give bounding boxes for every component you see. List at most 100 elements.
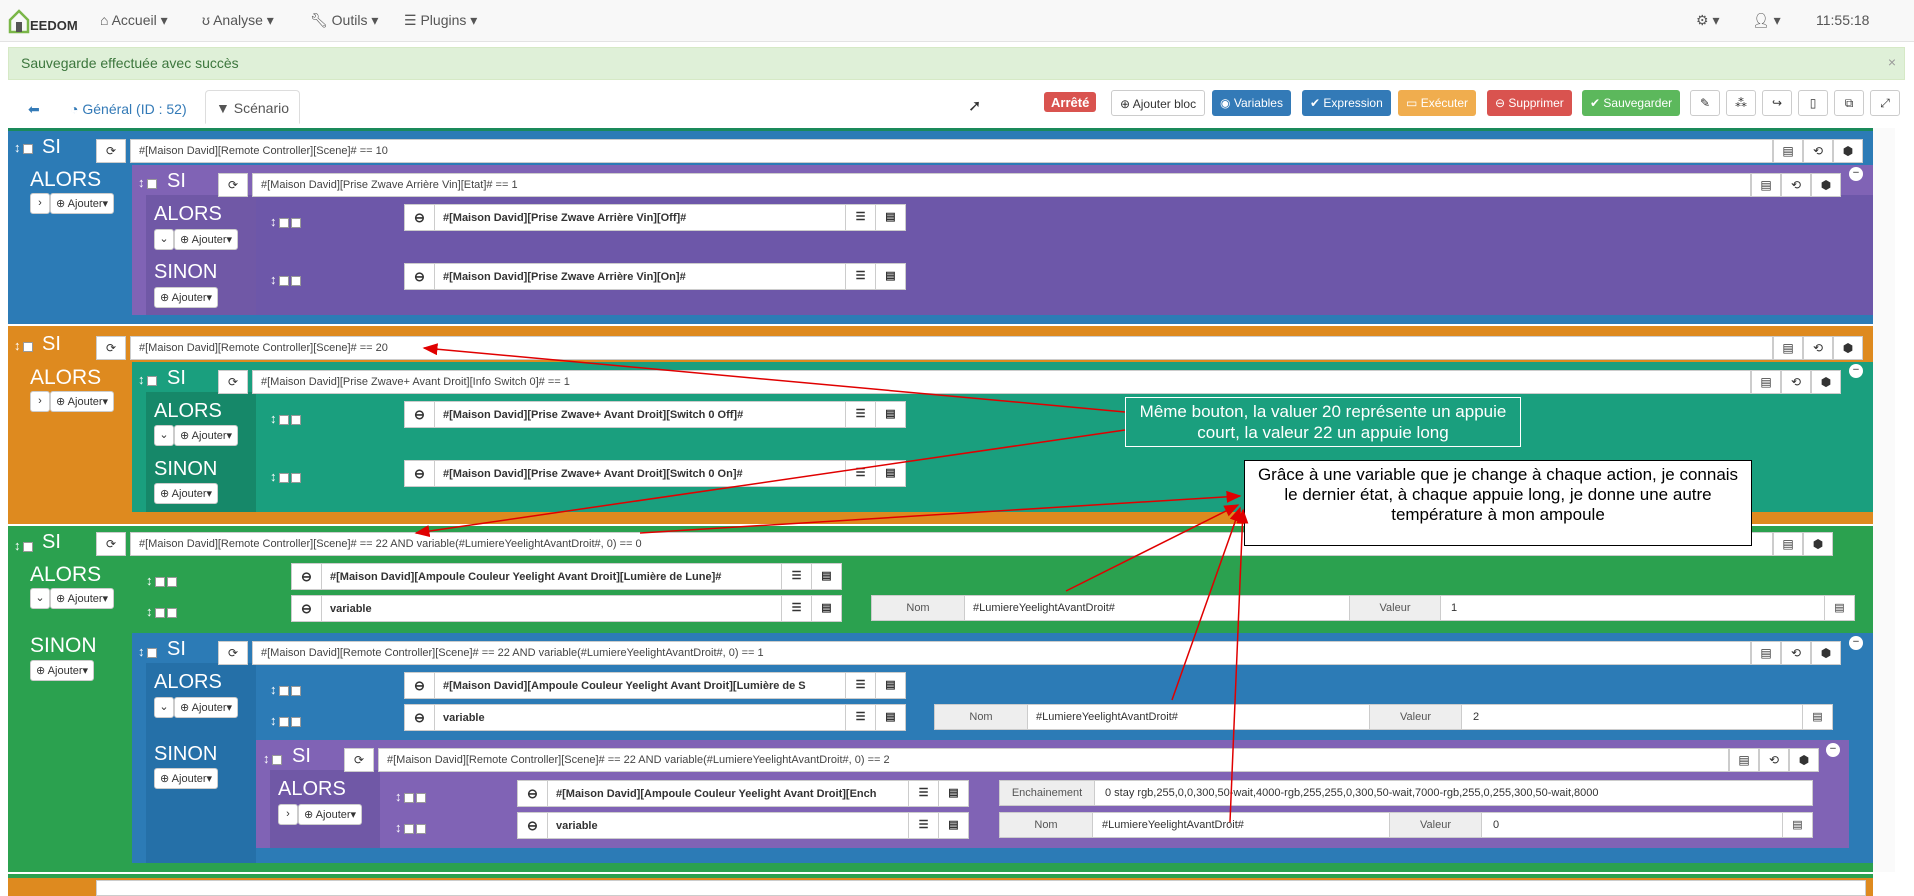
drag-handle-icon[interactable]: ↕ (395, 789, 426, 804)
history-icon[interactable]: ⟲ (1781, 370, 1811, 394)
checkbox[interactable] (278, 716, 289, 727)
list-alt-icon[interactable]: ▤ (811, 564, 841, 589)
drag-handle-icon[interactable]: ↕ (270, 469, 301, 484)
checkbox[interactable] (290, 472, 301, 483)
minus-circle-icon[interactable]: ⊖ (405, 673, 435, 698)
checkbox[interactable] (154, 576, 165, 587)
add-button[interactable]: ⊕ Ajouter▾ (30, 660, 95, 681)
checkbox[interactable] (403, 792, 414, 803)
tab-general[interactable]: ◔ Général (ID : 52) (60, 92, 197, 126)
list-icon[interactable]: ☰ (908, 781, 938, 806)
checkbox[interactable] (278, 472, 289, 483)
cube-icon[interactable]: ⬢ (1811, 370, 1841, 394)
add-button[interactable]: ⊕ Ajouter▾ (154, 483, 219, 504)
action-input[interactable]: ⊖ #[Maison David][Prise Zwave+ Avant Dro… (404, 460, 906, 487)
chevron-down-icon[interactable]: ⌄ (30, 588, 50, 609)
remove-block-icon[interactable]: − (1849, 167, 1863, 181)
history-icon[interactable]: ⟲ (1803, 336, 1833, 360)
nav-plugins[interactable]: ☰ Plugins ▾ (404, 12, 477, 29)
checkbox[interactable] (278, 275, 289, 286)
checkbox[interactable] (166, 607, 177, 618)
add-button[interactable]: ⊕ Ajouter▾ (174, 229, 239, 250)
valeur-value[interactable]: 1 (1451, 602, 1457, 614)
action-input[interactable]: ⊖ #[Maison David][Ampoule Couleur Yeelig… (404, 672, 906, 699)
drag-handle-icon[interactable]: ↕ (146, 604, 177, 619)
nav-analyse[interactable]: ʊ Analyse ▾ (202, 12, 274, 29)
action-input[interactable]: ⊖ variable ☰ ▤ (517, 812, 969, 839)
refresh-icon[interactable]: ⟳ (96, 336, 126, 360)
add-button[interactable]: ⊕ Ajouter▾ (174, 425, 239, 446)
cube-icon[interactable]: ⬢ (1833, 139, 1863, 163)
edit-icon[interactable]: ✎ (1690, 90, 1720, 116)
add-button[interactable]: ⊕ Ajouter▾ (50, 391, 115, 412)
nav-outils[interactable]: 🔧︎ Outils ▾ (310, 12, 378, 29)
drag-handle-icon[interactable]: ↕ (14, 338, 33, 353)
minus-circle-icon[interactable]: ⊖ (518, 813, 548, 838)
drag-handle-icon[interactable]: ↕ (270, 411, 301, 426)
minus-circle-icon[interactable]: ⊖ (405, 402, 435, 427)
add-block-button[interactable]: ⊕ Ajouter bloc (1111, 90, 1206, 116)
list-alt-icon[interactable]: ▤ (1729, 748, 1759, 772)
minus-circle-icon[interactable]: ⊖ (405, 264, 435, 289)
refresh-icon[interactable]: ⟳ (96, 139, 126, 163)
minus-circle-icon[interactable]: ⊖ (405, 461, 435, 486)
list-alt-icon[interactable]: ▤ (1751, 370, 1781, 394)
checkbox[interactable] (290, 716, 301, 727)
condition-input[interactable]: #[Maison David][Prise Zwave Arrière Vin]… (252, 173, 1751, 197)
drag-handle-icon[interactable]: ↕ (395, 820, 426, 835)
condition-input[interactable]: #[Maison David][Remote Controller][Scene… (378, 748, 1729, 772)
refresh-icon[interactable]: ⟳ (218, 641, 248, 665)
action-input[interactable]: ⊖ #[Maison David][Prise Zwave Arrière Vi… (404, 263, 906, 290)
list-icon[interactable]: ☰ (781, 564, 811, 589)
list-icon[interactable]: ☰ (845, 705, 875, 730)
remove-block-icon[interactable]: − (1849, 364, 1863, 378)
action-input[interactable]: ⊖ #[Maison David][Ampoule Couleur Yeelig… (517, 780, 969, 807)
condition-input[interactable]: #[Maison David][Remote Controller][Scene… (252, 641, 1751, 665)
refresh-icon[interactable]: ⟳ (344, 748, 374, 772)
checkbox[interactable] (271, 754, 282, 765)
list-alt-icon[interactable]: ▤ (938, 813, 968, 838)
minus-circle-icon[interactable]: ⊖ (292, 564, 322, 589)
cube-icon[interactable]: ⬢ (1833, 336, 1863, 360)
history-icon[interactable]: ⟲ (1781, 641, 1811, 665)
list-alt-icon[interactable]: ▤ (811, 596, 841, 621)
jeedom-logo[interactable]: EEDOM (8, 8, 78, 36)
list-icon[interactable]: ☰ (781, 596, 811, 621)
add-button[interactable]: ⊕ Ajouter▾ (50, 193, 115, 214)
checkbox[interactable] (146, 375, 157, 386)
cube-icon[interactable]: ⬢ (1811, 641, 1841, 665)
chevron-down-icon[interactable]: ⌄ (154, 697, 174, 718)
drag-handle-icon[interactable]: ↕ (263, 751, 282, 766)
checkbox[interactable] (22, 341, 33, 352)
cubes-icon[interactable]: ⁂ (1726, 90, 1756, 116)
copy-icon[interactable]: ⧉ (1834, 90, 1864, 116)
execute-button[interactable]: ▭ Exécuter (1398, 90, 1477, 116)
remove-block-icon[interactable]: − (1826, 743, 1840, 757)
checkbox[interactable] (290, 414, 301, 425)
condition-input[interactable]: #[Maison David][Prise Zwave+ Avant Droit… (252, 370, 1751, 394)
settings-menu[interactable]: ⚙ ▾ (1696, 12, 1719, 29)
minus-circle-icon[interactable]: ⊖ (405, 705, 435, 730)
add-button[interactable]: ⊕ Ajouter▾ (50, 588, 115, 609)
checkbox[interactable] (415, 823, 426, 834)
checkbox[interactable] (290, 217, 301, 228)
list-icon[interactable]: ☰ (845, 461, 875, 486)
list-alt-icon[interactable]: ▤ (1782, 813, 1812, 837)
drag-handle-icon[interactable]: ↕ (270, 272, 301, 287)
chevron-right-icon[interactable]: › (30, 193, 50, 214)
list-alt-icon[interactable]: ▤ (1773, 139, 1803, 163)
condition-input[interactable]: #[Maison David][Remote Controller][Scene… (130, 139, 1773, 163)
nom-value[interactable]: #LumiereYeelightAvantDroit# (1102, 819, 1244, 831)
refresh-icon[interactable]: ⟳ (218, 370, 248, 394)
drag-handle-icon[interactable]: ↕ (14, 538, 33, 553)
chevron-down-icon[interactable]: ⌄ (154, 229, 174, 250)
checkbox[interactable] (278, 685, 289, 696)
list-icon[interactable]: ☰ (845, 402, 875, 427)
tab-scenario[interactable]: ▼ Scénario (205, 90, 301, 124)
chevron-right-icon[interactable]: › (278, 804, 298, 825)
checkbox[interactable] (415, 792, 426, 803)
history-icon[interactable]: ⟲ (1781, 173, 1811, 197)
list-icon[interactable]: ☰ (845, 673, 875, 698)
action-input[interactable]: ⊖ variable ☰ ▤ (291, 595, 842, 622)
checkbox[interactable] (403, 823, 414, 834)
